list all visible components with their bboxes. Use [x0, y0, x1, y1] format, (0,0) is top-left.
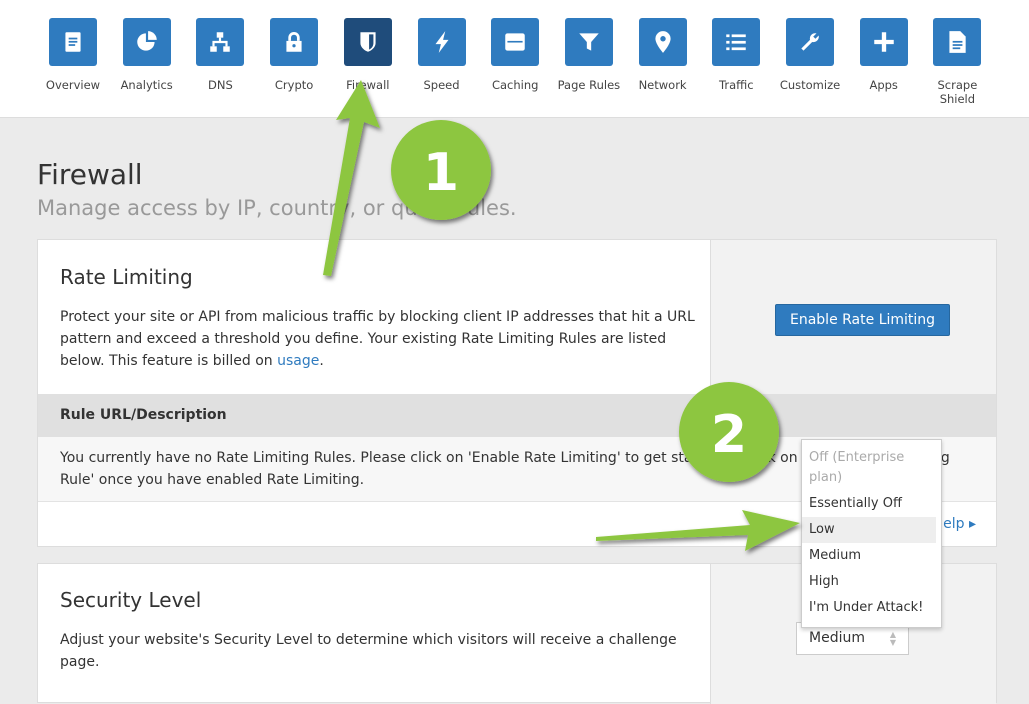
nav-label: Crypto: [274, 78, 314, 92]
nav-tile: [122, 18, 171, 66]
nav-tile: [270, 18, 319, 66]
map-pin-icon: [655, 31, 671, 53]
nav-item-overview[interactable]: Overview: [36, 18, 110, 92]
lock-icon: [286, 32, 302, 52]
nav-item-dns[interactable]: DNS: [183, 18, 257, 92]
shield-icon: [360, 32, 376, 52]
nav-item-apps[interactable]: Apps: [847, 18, 921, 92]
nav-item-crypto[interactable]: Crypto: [257, 18, 331, 92]
nav-item-traffic[interactable]: Traffic: [699, 18, 773, 92]
nav-label: Traffic: [719, 78, 754, 92]
select-arrows-icon: ▲ ▼: [889, 630, 896, 647]
step-1-label: 1: [423, 143, 459, 203]
nav-tile: [417, 18, 466, 66]
nav-label: Speed: [423, 78, 460, 92]
security-level-description: Adjust your website's Security Level to …: [60, 632, 677, 670]
rate-limiting-title: Rate Limiting: [60, 265, 193, 289]
page-title: Firewall: [37, 158, 143, 191]
pie-chart-icon: [136, 31, 157, 51]
security-option[interactable]: High: [802, 569, 941, 595]
nav-item-page-rules[interactable]: Page Rules: [552, 18, 626, 92]
nav-item-firewall[interactable]: Firewall: [331, 18, 405, 92]
nav-item-customize[interactable]: Customize: [773, 18, 847, 92]
nav-tile: [933, 18, 982, 66]
nav-item-caching[interactable]: Caching: [478, 18, 552, 92]
wrench-icon: [801, 33, 819, 51]
nav-label: Analytics: [120, 78, 173, 92]
nav-tile: [786, 18, 834, 66]
nav-label: Page Rules: [557, 78, 621, 92]
nav-tile: [343, 18, 392, 66]
document-icon: [949, 31, 967, 53]
usage-link[interactable]: usage: [277, 353, 319, 369]
rate-limiting-description: Protect your site or API from malicious …: [60, 306, 700, 372]
nav-item-analytics[interactable]: Analytics: [110, 18, 184, 92]
nav-tile: [564, 18, 613, 66]
nav-item-network[interactable]: Network: [626, 18, 700, 92]
select-value: Medium: [809, 630, 865, 646]
security-option[interactable]: Low: [802, 517, 936, 543]
nav-tile: [859, 18, 908, 66]
nav-label: Firewall: [346, 78, 390, 92]
filter-icon: [579, 33, 599, 51]
nav-tile: [638, 18, 687, 66]
list-icon: [726, 34, 747, 51]
security-option[interactable]: Essentially Off: [802, 491, 941, 517]
nav-label: DNS: [208, 78, 233, 92]
lightning-icon: [435, 31, 448, 53]
description-end: .: [319, 353, 324, 369]
nav-tile: [196, 18, 245, 66]
nav-tile: [712, 18, 761, 66]
plus-icon: [873, 32, 894, 52]
security-level-title: Security Level: [60, 588, 202, 612]
sitemap-icon: [210, 32, 231, 52]
nav-tile: [49, 18, 97, 66]
nav-label: Overview: [45, 78, 101, 92]
clipboard-icon: [65, 32, 81, 52]
enable-rate-limiting-button[interactable]: Enable Rate Limiting: [775, 304, 951, 336]
top-navigation: Overview Analytics DNS Crypto Firewall Speed C…: [0, 0, 1029, 118]
security-option: Off (Enterprise plan): [809, 450, 905, 485]
nav-label: Customize: [779, 78, 841, 92]
page-subtitle: Manage access by IP, country, or query r…: [37, 196, 517, 220]
security-level-dropdown: Off (Enterprise plan) Essentially Off Low M…: [801, 439, 942, 628]
nav-label: Network: [638, 78, 687, 92]
security-option[interactable]: Medium: [802, 543, 941, 569]
nav-label: Scrape Shield: [937, 78, 978, 106]
nav-item-speed[interactable]: Speed: [405, 18, 479, 92]
nav-label: Caching: [491, 78, 539, 92]
description-text: Protect your site or API from malicious …: [60, 309, 695, 369]
security-option[interactable]: I'm Under Attack!: [802, 595, 941, 621]
table-header-rule-url: Rule URL/Description: [38, 394, 996, 437]
nav-label: Apps: [869, 78, 898, 92]
nav-tile: [491, 18, 540, 66]
server-icon: [505, 33, 525, 51]
nav-item-scrape-shield[interactable]: Scrape Shield: [920, 18, 994, 106]
